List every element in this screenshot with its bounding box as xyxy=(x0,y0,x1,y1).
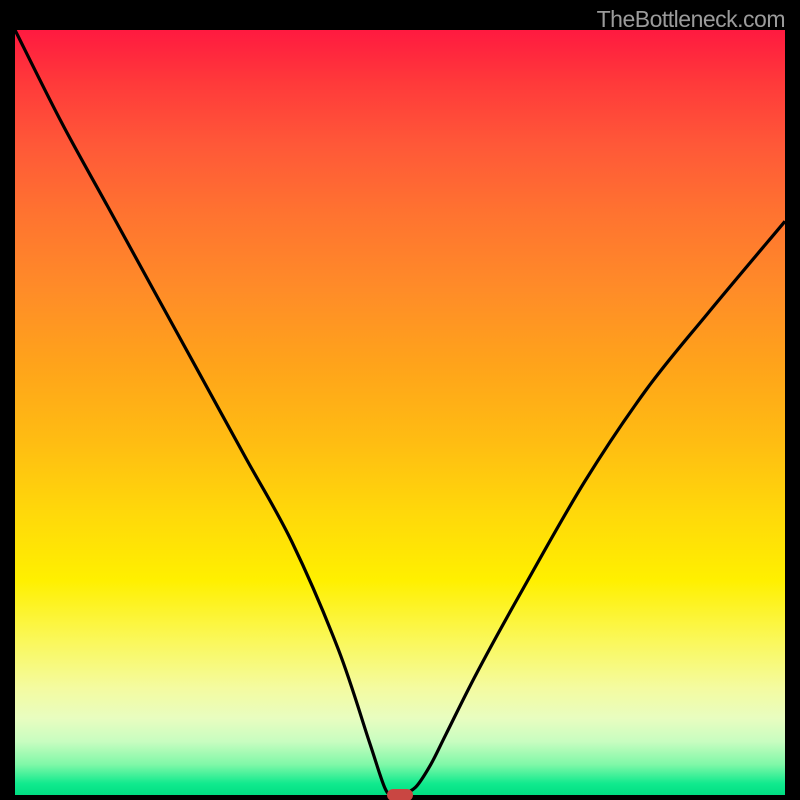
bottleneck-curve xyxy=(15,30,785,796)
watermark-text: TheBottleneck.com xyxy=(597,6,785,33)
curve-svg xyxy=(15,30,785,795)
plot-area xyxy=(15,30,785,795)
optimum-marker xyxy=(387,789,413,800)
chart-container: TheBottleneck.com xyxy=(0,0,800,800)
